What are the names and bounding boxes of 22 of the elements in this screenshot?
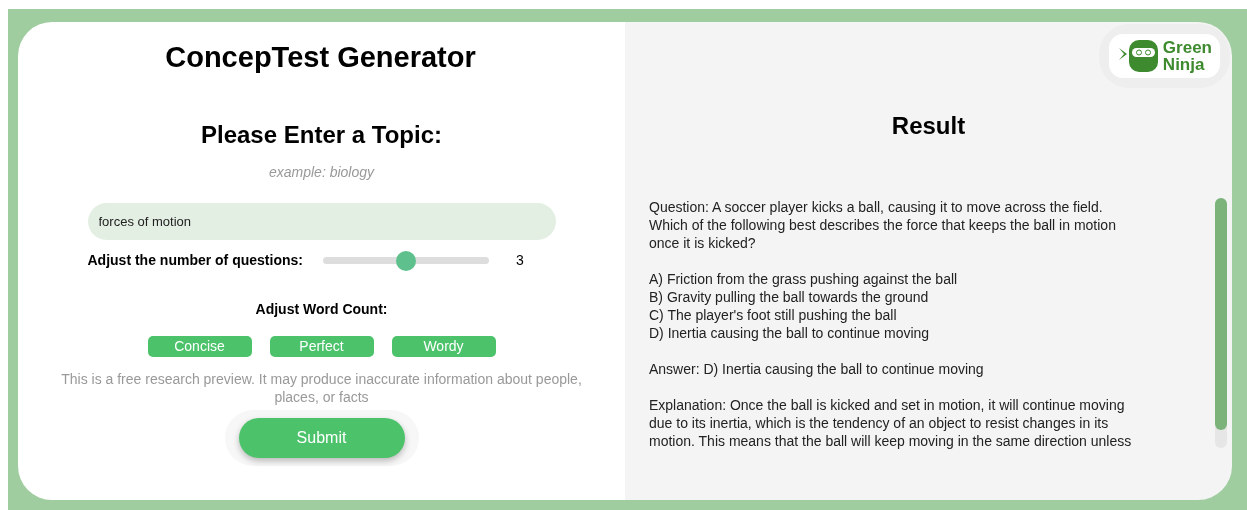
result-paragraph: Question: A soccer player kicks a ball, causing it to move across the field. Which of the following best describes the force that keeps the ball in motion once it is kicked? <box>649 198 1117 252</box>
submit-button[interactable]: Submit <box>238 418 405 458</box>
word-count-button[interactable]: Wordy <box>391 336 496 357</box>
questions-count: 3 <box>515 251 524 270</box>
slider-thumb[interactable] <box>395 250 416 271</box>
topic-field[interactable]: forces of motion <box>87 203 556 240</box>
ninja-logo-icon <box>1116 38 1159 74</box>
result-paragraph: Explanation: Once the ball is kicked and set in motion, it will continue moving due to its inertia, which is the tendency of an object to resist changes in its motion. This means that the ball will keep moving in the same direction unless <box>649 396 1133 450</box>
app-title: ConcepTest Generator <box>165 40 476 75</box>
topic-hint: example: biology <box>268 163 375 182</box>
result-heading: Result <box>890 111 967 141</box>
result-paragraph: Answer: D) Inertia causing the ball to continue moving <box>649 360 985 378</box>
word-count-label: Adjust Word Count: <box>255 300 388 319</box>
result-paragraph: A) Friction from the grass pushing against the ball B) Gravity pulling the ball towards the ground C) The player's foot still pushing the ball D) Inertia causing the ball to continue moving <box>649 270 959 342</box>
logo-text: Ninja <box>1162 56 1206 73</box>
disclaimer-text: This is a free research preview. It may produce inaccurate information about people, places, or facts <box>60 370 583 406</box>
questions-label: Adjust the number of questions: <box>87 251 303 270</box>
questions-slider[interactable] <box>322 250 489 271</box>
logo-text: Green <box>1162 39 1212 56</box>
topic-heading: Please Enter a Topic: <box>201 120 442 150</box>
word-count-button[interactable]: Perfect <box>269 336 374 357</box>
word-count-button[interactable]: Concise <box>147 336 252 357</box>
